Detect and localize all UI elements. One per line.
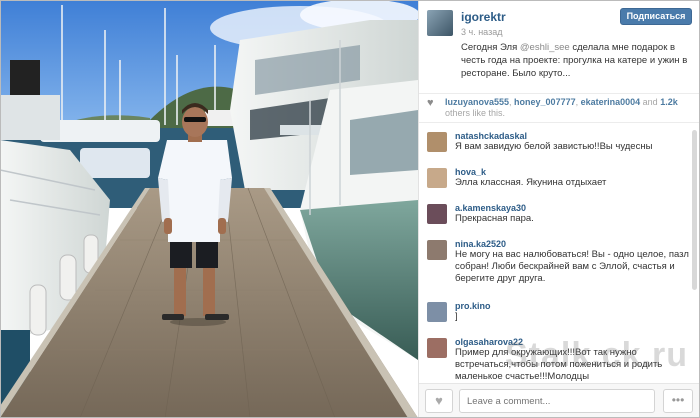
like-button[interactable]: ♥ xyxy=(425,389,453,413)
caption-text-start: Сегодня Эля xyxy=(461,42,520,53)
comment-username[interactable]: nina.ka2520 xyxy=(455,236,700,249)
more-options-button[interactable]: ••• xyxy=(663,389,693,413)
comments-scrollbar[interactable] xyxy=(692,130,697,290)
list-item: a.kamenskaya30 Прекрасная пара. xyxy=(419,200,700,236)
liker-link[interactable]: honey_007777 xyxy=(514,97,576,107)
comment-username[interactable]: a.kamenskaya30 xyxy=(455,200,700,213)
comment-text: Не могу на вас налюбоваться! Вы - одно ц… xyxy=(455,249,689,284)
likes-and-text: and xyxy=(642,97,658,107)
comment-username[interactable]: natashckadaskal xyxy=(455,128,700,141)
list-item: nina.ka2520 Не могу на вас налюбоваться!… xyxy=(419,236,700,298)
watermark: Stalk.ck.ru xyxy=(505,336,688,374)
list-item: natashckadaskal Я вам завидую белой зави… xyxy=(419,128,700,164)
heart-icon: ♥ xyxy=(435,393,443,408)
comment-footer: ♥ ••• xyxy=(419,383,700,418)
commenter-avatar[interactable] xyxy=(427,132,447,152)
likes-summary: ♥ luzuyanova555, honey_007777, ekaterina… xyxy=(419,93,700,123)
caption-mention-link[interactable]: @eshli_see xyxy=(520,42,570,53)
comment-text: Элла классная. Якунина отдыхает xyxy=(455,177,607,188)
list-item: pro.kino ] xyxy=(419,298,700,334)
commenter-avatar[interactable] xyxy=(427,240,447,260)
list-item: hova_k Элла классная. Якунина отдыхает xyxy=(419,164,700,200)
marina-photo-illustration xyxy=(0,0,418,418)
likes-count[interactable]: 1.2k xyxy=(660,97,678,107)
comment-text: ] xyxy=(455,311,458,322)
instagram-post-window: igorektr 3 ч. назад Подписаться Сегодня … xyxy=(0,0,700,418)
commenter-avatar[interactable] xyxy=(427,168,447,188)
comment-input[interactable] xyxy=(459,389,655,413)
post-photo[interactable] xyxy=(0,0,418,418)
post-caption: Сегодня Эля @eshli_see сделала мне подар… xyxy=(461,41,693,80)
post-timestamp: 3 ч. назад xyxy=(461,27,503,37)
avatar[interactable] xyxy=(427,10,453,36)
comment-username[interactable]: hova_k xyxy=(455,164,700,177)
post-header: igorektr 3 ч. назад Подписаться Сегодня … xyxy=(419,0,700,90)
commenter-avatar[interactable] xyxy=(427,338,447,358)
post-username[interactable]: igorektr xyxy=(461,10,506,24)
liker-link[interactable]: luzuyanova555 xyxy=(445,97,509,107)
likes-suffix-text: others like this. xyxy=(445,108,506,118)
comment-username[interactable]: pro.kino xyxy=(455,298,700,311)
commenter-avatar[interactable] xyxy=(427,204,447,224)
commenter-avatar[interactable] xyxy=(427,302,447,322)
liker-link[interactable]: ekaterina0004 xyxy=(581,97,641,107)
comment-text: Я вам завидую белой завистью!!Вы чудесны xyxy=(455,141,653,152)
comment-text: Прекрасная пара. xyxy=(455,213,534,224)
heart-icon: ♥ xyxy=(427,97,434,109)
follow-button[interactable]: Подписаться xyxy=(620,8,692,25)
